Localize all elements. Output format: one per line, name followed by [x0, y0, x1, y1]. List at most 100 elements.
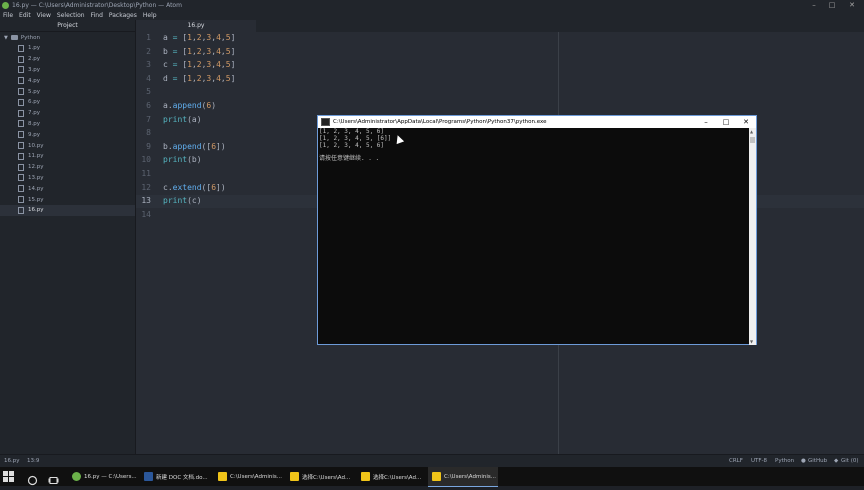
taskbar-button[interactable]: 选择C:\Users\Ad...: [286, 467, 356, 486]
taskbar-button[interactable]: C:\Users\Adminis...: [214, 467, 284, 486]
status-line-ending[interactable]: CRLF: [729, 458, 743, 464]
scroll-up-icon[interactable]: ▲: [750, 129, 753, 134]
file-item[interactable]: 15.py: [0, 194, 135, 205]
task-view-icon[interactable]: [48, 471, 59, 484]
python-icon: [218, 472, 227, 481]
file-icon: [18, 109, 24, 117]
code-token: [: [177, 60, 188, 70]
file-icon: [18, 98, 24, 106]
code-token: print: [163, 155, 188, 165]
code-token: ]: [230, 73, 236, 83]
taskbar-button[interactable]: 新建 DOC 文档.do...: [140, 467, 210, 486]
file-item[interactable]: 14.py: [0, 183, 135, 194]
line-number: 11: [141, 169, 151, 178]
console-titlebar[interactable]: C:\Users\Administrator\AppData\Local\Pro…: [318, 116, 756, 128]
python-console-window[interactable]: C:\Users\Administrator\AppData\Local\Pro…: [317, 115, 757, 345]
tab-16py[interactable]: 16.py: [136, 20, 256, 32]
file-item[interactable]: 2.py: [0, 54, 135, 65]
status-file[interactable]: 16.py: [4, 458, 20, 464]
file-label: 5.py: [28, 88, 40, 95]
status-cursor[interactable]: 13:9: [27, 458, 39, 464]
search-icon[interactable]: [27, 471, 38, 486]
taskbar-button-label: 选择C:\Users\Ad...: [373, 474, 422, 481]
folder-python[interactable]: ▼ Python: [0, 32, 135, 43]
file-label: 10.py: [28, 142, 44, 149]
windows-start-icon[interactable]: [3, 471, 14, 482]
code-token: ]: [230, 60, 236, 70]
code-line[interactable]: print(b): [163, 155, 202, 164]
taskbar-button[interactable]: 16.py — C:\Users...: [68, 467, 138, 486]
file-item[interactable]: 12.py: [0, 162, 135, 173]
status-grammar[interactable]: Python: [775, 458, 794, 464]
line-number: 5: [146, 87, 151, 97]
file-item[interactable]: 10.py: [0, 140, 135, 151]
menu-edit[interactable]: Edit: [16, 12, 34, 19]
scroll-thumb[interactable]: [750, 137, 755, 143]
code-token: [: [177, 73, 188, 83]
atom-icon: [72, 472, 81, 481]
scroll-down-icon[interactable]: ▼: [750, 339, 753, 344]
code-line[interactable]: b = [1,2,3,4,5]: [163, 47, 235, 56]
code-line[interactable]: a.append(6): [163, 101, 216, 110]
code-line[interactable]: print(a): [163, 115, 202, 124]
code-token: ]: [230, 33, 236, 42]
file-item[interactable]: 16.py: [0, 204, 135, 216]
code-line[interactable]: c = [1,2,3,4,5]: [163, 60, 235, 69]
line-number: 8: [146, 128, 151, 138]
folder-icon: [10, 35, 18, 40]
menu-packages[interactable]: Packages: [106, 12, 140, 19]
file-label: 15.py: [28, 196, 44, 203]
code-line[interactable]: a = [1,2,3,4,5]: [163, 33, 235, 42]
code-token: [: [177, 33, 188, 42]
file-item[interactable]: 4.py: [0, 75, 135, 86]
minimize-icon[interactable]: –: [804, 0, 824, 10]
file-item[interactable]: 5.py: [0, 86, 135, 97]
console-icon: [321, 118, 330, 126]
console-close-icon[interactable]: ✕: [736, 116, 756, 128]
close-icon[interactable]: ✕: [842, 0, 862, 10]
taskbar-button[interactable]: C:\Users\Adminis...: [428, 467, 498, 487]
github-icon: ●: [801, 458, 806, 464]
console-maximize-icon[interactable]: □: [716, 116, 736, 128]
code-line[interactable]: b.append([6]): [163, 142, 226, 151]
file-item[interactable]: 1.py: [0, 43, 135, 54]
status-github[interactable]: GitHub: [808, 458, 827, 464]
project-header[interactable]: Project: [0, 20, 135, 32]
line-number: 13: [141, 196, 151, 206]
file-item[interactable]: 8.py: [0, 119, 135, 130]
taskbar-button[interactable]: 选择C:\Users\Ad...: [357, 467, 427, 486]
menu-file[interactable]: File: [0, 12, 16, 19]
maximize-icon[interactable]: □: [822, 0, 842, 10]
menu-selection[interactable]: Selection: [54, 12, 88, 19]
code-token: print: [163, 196, 188, 206]
taskbar-button-label: C:\Users\Adminis...: [444, 473, 496, 480]
line-number: 10: [141, 155, 151, 165]
status-git[interactable]: Git (0): [841, 458, 859, 464]
console-scrollbar[interactable]: ▲ ▼: [749, 128, 756, 345]
file-item[interactable]: 6.py: [0, 97, 135, 108]
menu-help[interactable]: Help: [140, 12, 160, 19]
line-number: 14: [141, 209, 151, 219]
code-token: ): [211, 101, 217, 110]
code-line[interactable]: d = [1,2,3,4,5]: [163, 74, 235, 83]
file-item[interactable]: 3.py: [0, 65, 135, 76]
code-line[interactable]: c.extend([6]): [163, 183, 226, 192]
code-line[interactable]: print(c): [163, 196, 202, 205]
file-icon: [18, 152, 24, 160]
file-icon: [18, 120, 24, 128]
console-minimize-icon[interactable]: –: [696, 116, 716, 128]
menu-find[interactable]: Find: [88, 12, 106, 19]
file-item[interactable]: 13.py: [0, 173, 135, 184]
code-token: print: [163, 114, 188, 124]
file-item[interactable]: 11.py: [0, 151, 135, 162]
code-token: append: [172, 141, 202, 151]
python-icon: [290, 472, 299, 481]
file-item[interactable]: 9.py: [0, 129, 135, 140]
atom-icon: [2, 1, 9, 9]
status-encoding[interactable]: UTF-8: [751, 458, 767, 464]
file-item[interactable]: 7.py: [0, 108, 135, 119]
console-output[interactable]: [1, 2, 3, 4, 5, 6] [1, 2, 3, 4, 5, [6]] [1…: [318, 128, 750, 346]
menu-view[interactable]: View: [34, 12, 54, 19]
taskbar-button-label: 16.py — C:\Users...: [84, 473, 137, 480]
code-token: extend: [172, 182, 202, 192]
